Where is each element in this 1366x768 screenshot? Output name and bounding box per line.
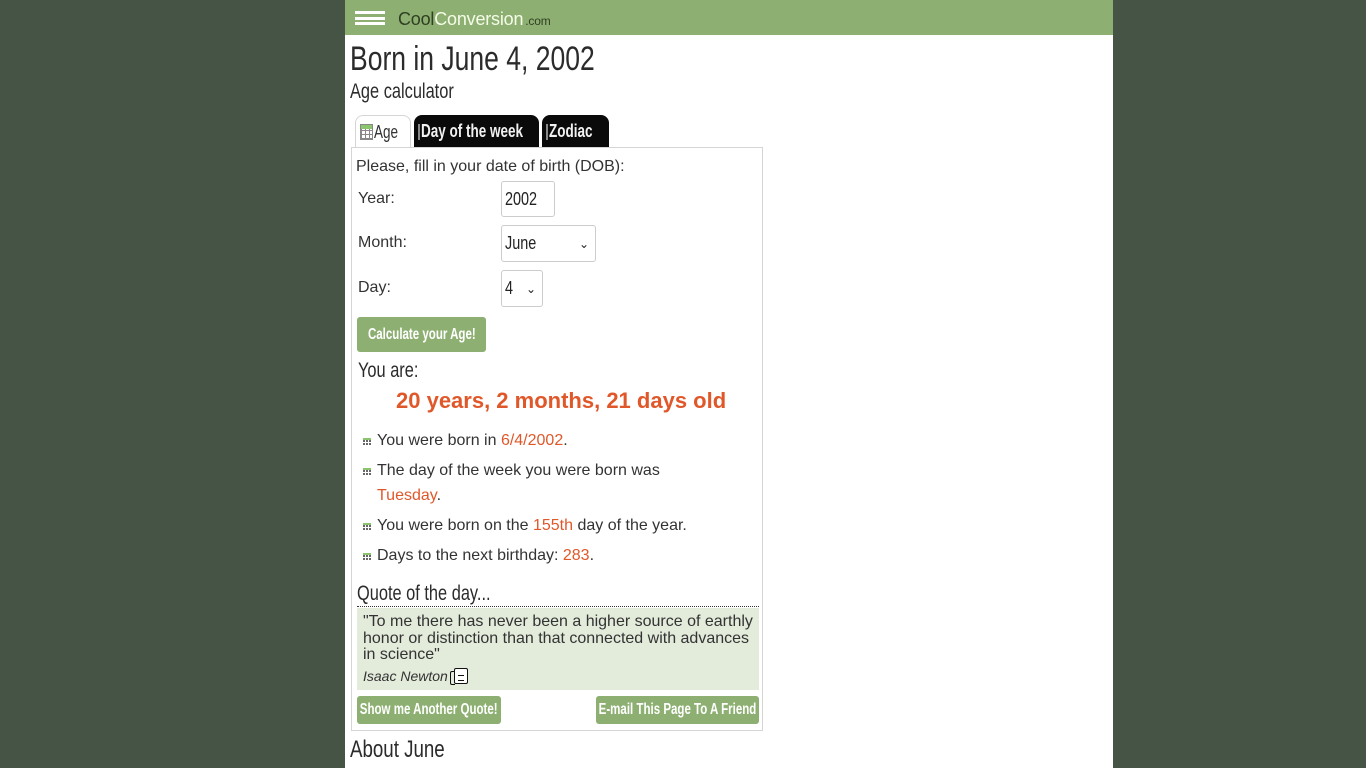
fact-value: 155th: [532, 517, 574, 534]
fact-suffix: .: [589, 547, 595, 564]
quote-author-row: Isaac Newton: [363, 667, 753, 685]
page-subtitle: Age calculator: [350, 80, 454, 103]
form-intro: Please, fill in your date of birth (DOB)…: [356, 158, 625, 175]
fact-item: The day of the week you were born was Tu…: [363, 458, 753, 508]
chevron-down-icon: ⌄: [578, 236, 589, 251]
fact-value: 6/4/2002: [500, 432, 564, 449]
day-select-value: 4: [505, 278, 514, 298]
tab-age[interactable]: Age: [355, 115, 412, 148]
tab-zodiac[interactable]: Zodiac: [542, 115, 610, 148]
quote-title-text: Quote of the day...: [357, 582, 491, 605]
tab-zodiac-label: Zodiac: [549, 121, 593, 141]
email-page-button-label: E-mail This Page To A Friend: [598, 701, 757, 718]
fact-item: You were born on the 155th day of the ye…: [363, 513, 753, 538]
tab-age-label: Age: [374, 121, 399, 142]
fact-text: Days to the next birthday:: [377, 547, 563, 564]
result-heading: You are:: [358, 359, 419, 382]
facts-list: You were born in 6/4/2002. The day of th…: [363, 428, 753, 573]
calculator-icon: [546, 123, 549, 140]
day-select[interactable]: 4 ⌄: [501, 270, 543, 307]
fact-item: You were born in 6/4/2002.: [363, 428, 753, 453]
year-label: Year:: [358, 190, 395, 207]
logo-part-conversion: Conversion: [434, 9, 524, 29]
fact-value: 283: [562, 547, 590, 564]
page-container: CoolConversion .com Born in June 4, 2002 …: [345, 0, 1113, 768]
fact-suffix: .: [563, 432, 568, 449]
fact-suffix: day of the year.: [573, 517, 687, 534]
fact-text: The day of the week you were born was: [377, 462, 660, 479]
tab-bar: Age Day of the week Zodiac: [355, 115, 610, 148]
fact-item: Days to the next birthday: 283.: [363, 543, 753, 568]
month-select[interactable]: June ⌄: [501, 225, 596, 262]
quote-title: Quote of the day...: [357, 582, 759, 607]
about-month-heading: About June: [350, 736, 445, 763]
quote-author: Isaac Newton: [363, 667, 448, 684]
page-title: Born in June 4, 2002: [350, 40, 595, 78]
fact-value: Tuesday: [377, 487, 437, 504]
calculator-icon: [360, 124, 373, 140]
logo-part-cool: Cool: [398, 9, 435, 29]
chevron-down-icon: ⌄: [525, 281, 536, 296]
fact-text: You were born on the: [377, 517, 533, 534]
calculate-age-button-label: Calculate your Age!: [367, 325, 476, 343]
bullet-icon: [363, 523, 371, 530]
year-input-value: 2002: [505, 188, 538, 209]
age-calculator-panel: Please, fill in your date of birth (DOB)…: [351, 147, 763, 731]
fact-suffix: .: [436, 487, 442, 504]
site-logo[interactable]: CoolConversion .com: [398, 9, 551, 30]
bullet-icon: [363, 438, 371, 445]
quote-box: "To me there has never been a higher sou…: [357, 608, 759, 690]
fact-text: You were born in: [377, 432, 501, 449]
age-result: 20 years, 2 months, 21 days old: [396, 388, 727, 413]
month-select-value: June: [505, 233, 537, 253]
bullet-icon: [363, 553, 371, 560]
calculate-age-button[interactable]: Calculate your Age!: [357, 317, 486, 352]
email-page-button[interactable]: E-mail This Page To A Friend: [596, 696, 759, 724]
tab-day-of-week-label: Day of the week: [421, 121, 524, 141]
day-label: Day:: [358, 279, 391, 296]
quote-text: "To me there has never been a higher sou…: [363, 613, 753, 663]
calculator-icon: [418, 123, 421, 140]
logo-part-com: .com: [525, 14, 551, 28]
another-quote-button-label: Show me Another Quote!: [360, 701, 498, 718]
hamburger-icon[interactable]: [355, 11, 385, 25]
copy-icon[interactable]: [449, 667, 468, 685]
month-label: Month:: [358, 234, 407, 251]
another-quote-button[interactable]: Show me Another Quote!: [357, 696, 501, 724]
bullet-icon: [363, 468, 371, 475]
top-bar: CoolConversion .com: [345, 0, 1113, 35]
year-input[interactable]: 2002: [501, 181, 555, 217]
tab-day-of-week[interactable]: Day of the week: [414, 115, 540, 148]
